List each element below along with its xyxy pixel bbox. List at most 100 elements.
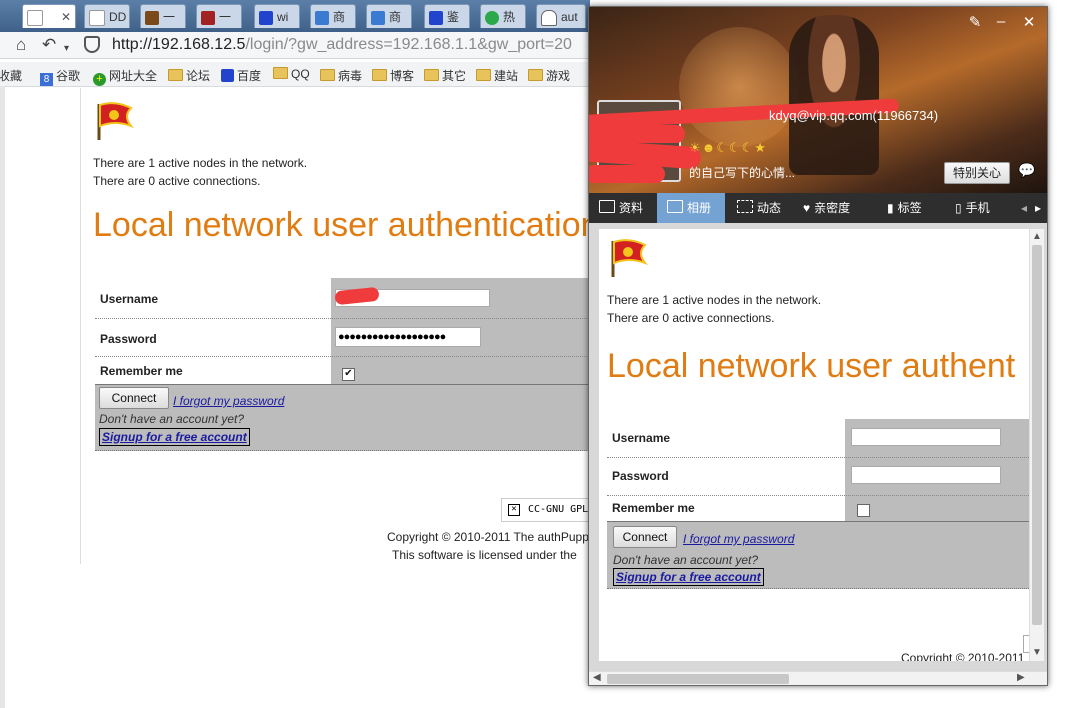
embedded-portal-frame: There are 1 active nodes in the network.… [599,229,1029,661]
portal-page: There are 1 active nodes in the network.… [80,88,600,564]
folder-icon [528,69,543,81]
signup-link[interactable]: Signup for a free account [613,568,764,586]
page-icon [89,9,105,26]
folder-icon [372,69,387,81]
actions-panel: Connect I forgot my password Don't have … [607,522,1029,589]
browser-tab[interactable]: DD [84,4,130,28]
tab-strip: ✕ DD 一 一 wi 商 商 鉴 热 aut [0,0,590,32]
paw-icon [259,10,273,25]
redaction-mark [589,165,665,183]
folder-icon [320,69,335,81]
vertical-scrollbar[interactable]: ▲ ▼ [1029,229,1044,661]
back-icon[interactable]: ↶ [42,36,56,54]
scroll-right-icon[interactable]: ▶ [1017,672,1025,683]
profile-banner: ✎ – ✕ kdyq@vip.qq.com(11966734) ☀☻☾☾☾★ 的… [589,7,1047,193]
close-tab-icon[interactable]: ✕ [61,5,71,28]
active-connections-text: There are 0 active connections. [607,311,775,325]
browser-tab[interactable]: aut [536,4,586,28]
browser-tab[interactable]: 一 [140,4,186,28]
bookmark-item[interactable]: 百度 [221,67,261,84]
close-icon[interactable]: ✕ [1019,13,1039,31]
license-text: This software is licensed under the [392,548,577,562]
banner-portrait [789,15,879,175]
folder-icon [168,69,183,81]
scroll-left-icon[interactable]: ◀ [593,672,601,683]
browser-tab[interactable]: wi [254,4,300,28]
password-field[interactable] [851,466,1001,484]
username-label: Username [100,292,159,306]
bookmark-item[interactable]: + 网址大全 [93,67,157,86]
forgot-password-link[interactable]: I forgot my password [683,532,794,546]
special-care-button[interactable]: 特别关心 [944,162,1010,184]
book-icon [145,10,159,25]
bookmark-item[interactable]: 博客 [372,67,414,84]
tabs-right-arrow-icon[interactable]: ▸ [1035,193,1041,223]
browser-tab[interactable]: 热 [480,4,526,28]
chevron-down-icon[interactable]: ▾ [64,40,69,58]
plus-icon: + [93,73,106,86]
scroll-up-icon[interactable]: ▲ [1032,231,1042,242]
username-label: Username [612,431,671,445]
banner-glow [679,27,799,147]
browser-tab[interactable]: 商 [310,4,356,28]
remember-row: Remember me ✔ [95,356,591,385]
password-label: Password [612,469,669,483]
remember-checkbox[interactable] [857,504,870,517]
scroll-down-icon[interactable]: ▼ [1032,647,1042,658]
scrollbar-thumb[interactable] [1032,245,1042,625]
shield-icon[interactable] [84,36,100,53]
url-field[interactable]: http://192.168.12.5/login/?gw_address=19… [112,36,572,54]
bookmark-item[interactable]: 其它 [424,67,466,84]
bookmark-item[interactable]: 建站 [476,67,518,84]
bookmark-item[interactable]: 游戏 [528,67,570,84]
bookmark-item[interactable]: 8 谷歌 [40,67,80,86]
bookmark-icon: ▮ [887,201,894,215]
tab-phone[interactable]: ▯ 手机 [955,193,990,223]
username-field[interactable] [851,428,1001,446]
tab-feed[interactable]: 动态 [737,193,781,223]
qq-level-icons: ☀☻☾☾☾★ [689,140,767,155]
browser-tab[interactable]: 商 [366,4,412,28]
tab-intimacy[interactable]: ♥ 亲密度 [803,193,850,223]
copyright-text: Copyright © 2010-2011 The authPupp [387,530,589,544]
forgot-password-link[interactable]: I forgot my password [173,394,284,408]
minimize-icon[interactable]: – [991,13,1011,30]
page-title: Local network user authent [607,347,1016,385]
password-label: Password [100,332,157,346]
broken-image-icon: ✕ [508,504,520,516]
signature-text: 的自己写下的心情... [689,166,796,180]
bookmark-item[interactable]: 收藏 [0,67,22,84]
login-form: Username Password Remember me Connect I … [607,419,1029,591]
remember-label: Remember me [612,501,695,515]
password-row: Password [607,457,1029,496]
card-icon [599,200,615,213]
no-account-text: Don't have an account yet? [613,553,759,567]
bookmark-item[interactable]: QQ [273,67,310,81]
login-form: Username Password ●●●●●●●●●●●●●●●●●●● Re… [95,278,591,451]
password-row: Password ●●●●●●●●●●●●●●●●●●● [95,318,591,357]
horizontal-scrollbar[interactable]: ◀ ▶ [589,671,1047,685]
album-content: There are 1 active nodes in the network.… [589,223,1047,671]
password-field[interactable]: ●●●●●●●●●●●●●●●●●●● [335,327,481,347]
tab-tags[interactable]: ▮ 标签 [887,193,922,223]
browser-tab[interactable]: ✕ [22,4,76,28]
scrollbar-thumb[interactable] [607,674,789,684]
connect-button[interactable]: Connect [613,526,677,548]
bookmark-item[interactable]: 论坛 [168,67,210,84]
phone-icon: ▯ [955,201,962,215]
page-title: Local network user authentication [93,206,600,244]
tabs-left-arrow-icon[interactable]: ◂ [1021,193,1027,223]
browser-tab[interactable]: 一 [196,4,242,28]
home-icon[interactable]: ⌂ [16,36,26,54]
cc-license-badge[interactable]: ✕ CC-GNU GPL [501,498,591,522]
active-connections-text: There are 0 active connections. [93,174,261,188]
remember-checkbox[interactable]: ✔ [342,368,355,381]
browser-tab[interactable]: 鉴 [424,4,470,28]
connect-button[interactable]: Connect [99,387,169,409]
bookmark-item[interactable]: 病毒 [320,67,362,84]
chat-bubble-icon[interactable]: 💬 [1017,162,1037,180]
tab-album[interactable]: 相册 [657,193,725,223]
signup-link[interactable]: Signup for a free account [99,428,250,446]
skin-brush-icon[interactable]: ✎ [965,13,985,31]
tab-profile[interactable]: 资料 [599,193,643,223]
